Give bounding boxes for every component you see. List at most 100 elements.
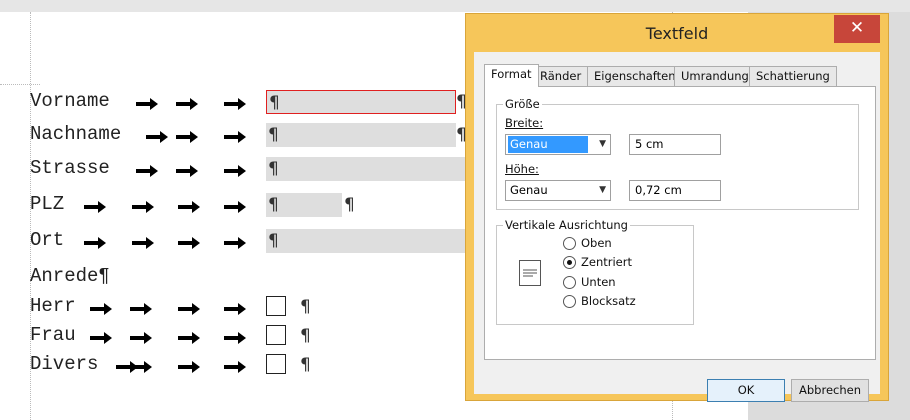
margin-guide-top xyxy=(0,84,40,85)
chevron-down-icon: ▼ xyxy=(599,185,606,195)
field-label: Nachname xyxy=(30,123,122,145)
tab-arrow-icon xyxy=(132,201,154,213)
checkbox-label: Divers xyxy=(30,353,99,375)
pilcrow-mark: ¶ xyxy=(300,297,311,317)
checkbox-row-frau: Frau ¶ xyxy=(30,324,330,350)
radio-unten[interactable] xyxy=(563,276,576,289)
radio-label-zentriert: Zentriert xyxy=(581,255,632,269)
tab-schattierung[interactable]: Schattierung xyxy=(749,66,837,86)
tab-arrow-icon xyxy=(178,201,200,213)
pilcrow-mark: ¶ xyxy=(300,326,311,346)
radio-oben[interactable] xyxy=(563,237,576,250)
height-input[interactable]: 0,72 cm xyxy=(629,180,721,201)
size-group-legend: Größe xyxy=(503,97,542,111)
close-button[interactable]: ✕ xyxy=(834,15,880,43)
text-field-nachname[interactable]: ¶ xyxy=(266,123,456,147)
tab-arrow-icon xyxy=(178,361,200,373)
tab-format[interactable]: Format xyxy=(484,64,539,87)
radio-label-blocksatz: Blocksatz xyxy=(581,294,636,308)
checkbox-label: Frau xyxy=(30,324,76,346)
anrede-label: Anrede¶ xyxy=(30,265,110,287)
width-label-text: Breite: xyxy=(505,116,544,130)
document-top-band xyxy=(0,0,910,12)
form-row-plz: PLZ ¶ ¶ xyxy=(30,193,370,219)
text-field-strasse[interactable]: ¶ xyxy=(266,157,470,181)
tab-arrow-icon xyxy=(84,237,106,249)
dialog-body: Format Ränder Eigenschaften Umrandung Sc… xyxy=(474,52,880,402)
tab-arrow-icon xyxy=(224,131,246,143)
tab-arrow-icon xyxy=(90,303,112,315)
radio-selected-dot xyxy=(567,260,572,265)
checkbox-row-divers: Divers ¶ xyxy=(30,353,330,379)
form-row-strasse: Strasse ¶ xyxy=(30,157,470,183)
tab-arrow-icon xyxy=(224,237,246,249)
text-field-plz[interactable]: ¶ xyxy=(266,193,342,217)
checkbox-row-herr: Herr ¶ xyxy=(30,295,330,321)
chevron-down-icon: ▼ xyxy=(599,139,606,149)
field-label: PLZ xyxy=(30,193,65,215)
height-mode-value: Genau xyxy=(510,183,548,197)
pilcrow-mark: ¶ xyxy=(269,93,280,113)
centered-lines-icon xyxy=(523,269,537,277)
tab-umrandung[interactable]: Umrandung xyxy=(674,66,756,86)
textfeld-dialog: Textfeld ✕ Format Ränder Eigenschaften U… xyxy=(465,13,889,402)
height-mode-select[interactable]: Genau ▼ xyxy=(505,180,611,201)
tab-arrow-icon xyxy=(176,131,198,143)
tab-arrow-icon xyxy=(90,332,112,344)
text-field-ort[interactable]: ¶ xyxy=(266,229,470,253)
ok-button[interactable]: OK xyxy=(707,379,785,402)
tab-arrow-icon xyxy=(224,361,246,373)
width-input[interactable]: 5 cm xyxy=(629,134,721,155)
text-field-vorname[interactable]: ¶ xyxy=(266,90,456,114)
dialog-title: Textfeld xyxy=(645,24,709,43)
pilcrow-mark: ¶ xyxy=(268,231,279,251)
tab-arrow-icon xyxy=(224,332,246,344)
width-mode-value: Genau xyxy=(508,136,588,153)
pilcrow-mark: ¶ xyxy=(268,159,279,179)
field-label: Vorname xyxy=(30,90,110,112)
tab-arrow-icon xyxy=(136,98,158,110)
form-row-nachname: Nachname ¶ ¶ xyxy=(30,123,500,149)
checkbox-herr[interactable] xyxy=(266,296,286,316)
field-label: Ort xyxy=(30,229,65,251)
radio-label-unten: Unten xyxy=(581,275,616,289)
format-tab-panel: Größe Breite: Genau ▼ 5 cm Höhe: Genau ▼… xyxy=(484,86,876,360)
tab-arrow-icon xyxy=(224,303,246,315)
size-group: Größe Breite: Genau ▼ 5 cm Höhe: Genau ▼… xyxy=(496,97,859,210)
tab-arrow-icon xyxy=(178,303,200,315)
cancel-button[interactable]: Abbrechen xyxy=(791,379,869,402)
tab-arrow-icon xyxy=(132,237,154,249)
tab-arrow-icon xyxy=(224,98,246,110)
vertical-alignment-legend: Vertikale Ausrichtung xyxy=(503,218,630,232)
tab-arrow-icon xyxy=(178,237,200,249)
radio-blocksatz[interactable] xyxy=(563,295,576,308)
checkbox-frau[interactable] xyxy=(266,325,286,345)
tab-arrow-icon xyxy=(224,165,246,177)
radio-label-oben: Oben xyxy=(581,236,612,250)
tab-arrow-icon xyxy=(130,361,152,373)
tab-arrow-icon xyxy=(176,165,198,177)
tab-arrow-icon xyxy=(176,98,198,110)
tab-eigenschaften[interactable]: Eigenschaften xyxy=(587,66,683,86)
pilcrow-mark: ¶ xyxy=(268,195,279,215)
form-row-ort: Ort ¶ xyxy=(30,229,470,255)
close-icon: ✕ xyxy=(849,18,865,38)
checkbox-divers[interactable] xyxy=(266,354,286,374)
checkbox-label: Herr xyxy=(30,295,76,317)
form-row-vorname: Vorname ¶ ¶ xyxy=(30,90,500,116)
width-mode-select[interactable]: Genau ▼ xyxy=(505,134,611,155)
field-label: Strasse xyxy=(30,157,110,179)
anrede-heading: Anrede¶ xyxy=(30,265,230,291)
tab-arrow-icon xyxy=(146,131,168,143)
pilcrow-mark: ¶ xyxy=(268,125,279,145)
tab-arrow-icon xyxy=(224,201,246,213)
tab-arrow-icon xyxy=(136,165,158,177)
radio-zentriert[interactable] xyxy=(563,256,576,269)
height-label-text: Höhe: xyxy=(505,162,539,176)
tab-raender[interactable]: Ränder xyxy=(533,66,589,86)
width-label: Breite: xyxy=(505,116,543,130)
tab-arrow-icon xyxy=(130,332,152,344)
pilcrow-mark: ¶ xyxy=(344,195,355,215)
vertical-alignment-group: Vertikale Ausrichtung Oben Zentriert Unt… xyxy=(496,218,694,325)
height-label: Höhe: xyxy=(505,162,539,176)
